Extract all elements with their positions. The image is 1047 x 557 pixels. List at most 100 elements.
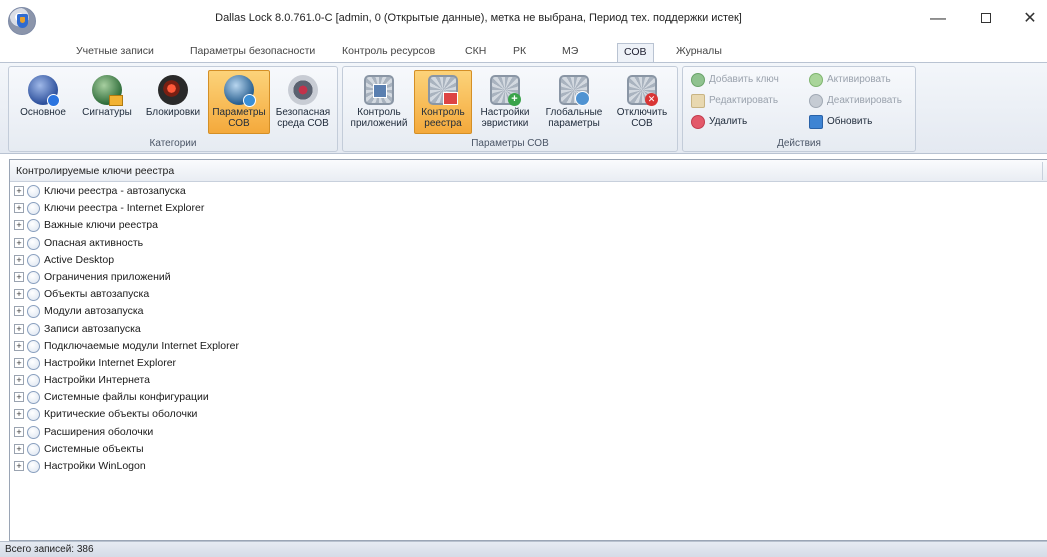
expand-icon[interactable]: + xyxy=(14,409,24,420)
registry-control-button[interactable]: Контроль реестра xyxy=(414,70,472,134)
tree-row[interactable]: + Расширения оболочки xyxy=(10,424,1047,441)
expand-icon[interactable]: + xyxy=(14,443,24,454)
status-bar: Всего записей: 386 xyxy=(0,541,1047,557)
total-records-label: Всего записей: 386 xyxy=(5,544,94,555)
expand-icon[interactable]: + xyxy=(14,186,24,196)
tree-row[interactable]: + Ограничения приложений xyxy=(10,269,1047,286)
registry-group-icon xyxy=(27,408,40,422)
expand-icon[interactable]: + xyxy=(14,426,24,437)
minimize-button[interactable]: — xyxy=(918,6,958,32)
activate-button[interactable]: Активировать xyxy=(807,71,891,89)
edit-button[interactable]: Редактировать xyxy=(689,92,778,110)
tree-row-label: Системные объекты xyxy=(44,442,144,455)
ids-params-icon xyxy=(224,75,256,107)
maximize-icon xyxy=(981,13,991,23)
registry-group-icon xyxy=(27,219,40,233)
expand-icon[interactable]: + xyxy=(14,340,24,351)
signatures-icon xyxy=(92,75,123,106)
expand-icon[interactable]: + xyxy=(14,289,24,300)
add-key-icon xyxy=(691,73,705,87)
tab-rk[interactable]: РК xyxy=(507,43,532,62)
expand-icon[interactable]: + xyxy=(14,357,24,368)
maximize-button[interactable] xyxy=(966,6,1006,32)
expand-icon[interactable]: + xyxy=(14,254,24,265)
registry-group-icon xyxy=(27,425,40,439)
tab-resource-control[interactable]: Контроль ресурсов xyxy=(336,43,441,62)
deactivate-button[interactable]: Деактивировать xyxy=(807,92,902,110)
registry-group-icon xyxy=(27,391,40,405)
tree-row-label: Системные файлы конфигурации xyxy=(44,391,209,404)
expand-icon[interactable]: + xyxy=(14,392,24,403)
tab-me[interactable]: МЭ xyxy=(556,43,584,62)
refresh-icon xyxy=(809,115,823,129)
close-button[interactable]: ✕ xyxy=(1010,6,1047,32)
expand-icon[interactable]: + xyxy=(14,220,24,231)
tab-ids[interactable]: СОВ xyxy=(617,43,654,62)
blocks-button[interactable]: Блокировки xyxy=(139,70,207,134)
ribbon: Основное Сигнатуры Блокировки Параметры … xyxy=(0,62,1047,154)
tree-row[interactable]: + Подключаемые модули Internet Explorer xyxy=(10,338,1047,355)
categories-group: Основное Сигнатуры Блокировки Параметры … xyxy=(8,66,338,152)
blocks-icon xyxy=(158,75,188,105)
tree-row[interactable]: + Ключи реестра - Internet Explorer xyxy=(10,200,1047,217)
tree-row[interactable]: + Системные файлы конфигурации xyxy=(10,389,1047,406)
tree-row[interactable]: + Настройки Интернета xyxy=(10,372,1047,389)
expand-icon[interactable]: + xyxy=(14,323,24,334)
tree-row[interactable]: + Важные ключи реестра xyxy=(10,217,1047,234)
tree-row[interactable]: + Модули автозапуска xyxy=(10,303,1047,320)
activate-icon xyxy=(809,73,823,87)
tree-rows: + Ключи реестра - автозапуска + Ключи реест… xyxy=(10,183,1047,475)
registry-group-icon xyxy=(27,305,40,319)
ids-params-button[interactable]: Параметры СОВ xyxy=(208,70,270,134)
registry-group-icon xyxy=(27,253,40,267)
heuristics-button[interactable]: Настройки эвристики xyxy=(473,70,537,134)
delete-button[interactable]: Удалить xyxy=(689,113,747,131)
tree-row[interactable]: + Ключи реестра - автозапуска xyxy=(10,183,1047,200)
expand-icon[interactable]: + xyxy=(14,306,24,317)
app-control-button[interactable]: Контроль приложений xyxy=(345,70,413,134)
tree-row[interactable]: + Системные объекты xyxy=(10,441,1047,458)
registry-control-gear-icon xyxy=(428,75,458,105)
basic-icon xyxy=(28,75,60,107)
column-header[interactable]: Контролируемые ключи реестра xyxy=(10,160,1047,182)
tree-row[interactable]: + Active Desktop xyxy=(10,252,1047,269)
tree-row[interactable]: + Опасная активность xyxy=(10,235,1047,252)
expand-icon[interactable]: + xyxy=(14,375,24,386)
global-params-button[interactable]: Глобальные параметры xyxy=(538,70,610,134)
registry-group-icon xyxy=(27,460,40,473)
tree-row[interactable]: + Настройки Internet Explorer xyxy=(10,355,1047,372)
tree-row[interactable]: + Записи автозапуска xyxy=(10,321,1047,338)
tree-row-label: Опасная активность xyxy=(44,236,144,249)
registry-group-icon xyxy=(27,442,40,456)
signatures-button[interactable]: Сигнатуры xyxy=(75,70,139,134)
tree-row[interactable]: + Критические объекты оболочки xyxy=(10,406,1047,423)
tab-journals[interactable]: Журналы xyxy=(670,43,728,62)
tab-accounts[interactable]: Учетные записи xyxy=(70,43,160,62)
expand-icon[interactable]: + xyxy=(14,461,24,471)
tree-row-label: Критические объекты оболочки xyxy=(44,408,198,421)
edit-icon xyxy=(691,94,705,108)
add-key-button[interactable]: Добавить ключ xyxy=(689,71,779,89)
ids-params-group: Контроль приложений Контроль реестра Нас… xyxy=(342,66,678,152)
refresh-button[interactable]: Обновить xyxy=(807,113,872,131)
expand-icon[interactable]: + xyxy=(14,271,24,282)
actions-group: Добавить ключ Активировать Редактировать… xyxy=(682,66,916,152)
tree-row-label: Настройки Интернета xyxy=(44,374,150,387)
basic-button[interactable]: Основное xyxy=(11,70,75,134)
registry-group-icon xyxy=(27,288,40,302)
tree-row-label: Настройки Internet Explorer xyxy=(44,356,177,369)
tab-security-params[interactable]: Параметры безопасности xyxy=(184,43,321,62)
registry-keys-tree: Контролируемые ключи реестра + Ключи реес… xyxy=(9,159,1047,541)
tree-row[interactable]: + Настройки WinLogon xyxy=(10,458,1047,475)
expand-icon[interactable]: + xyxy=(14,237,24,248)
tree-row-label: Записи автозапуска xyxy=(44,322,141,335)
tree-row-label: Расширения оболочки xyxy=(44,425,154,438)
app-control-gear-icon xyxy=(364,75,394,105)
tab-skn[interactable]: СКН xyxy=(459,43,492,62)
tree-row-label: Ключи реестра - автозапуска xyxy=(44,185,186,197)
delete-icon xyxy=(691,115,705,129)
disable-ids-button[interactable]: Отключить СОВ xyxy=(611,70,673,134)
tree-row[interactable]: + Объекты автозапуска xyxy=(10,286,1047,303)
expand-icon[interactable]: + xyxy=(14,203,24,214)
safe-env-button[interactable]: Безопасная среда СОВ xyxy=(271,70,335,134)
